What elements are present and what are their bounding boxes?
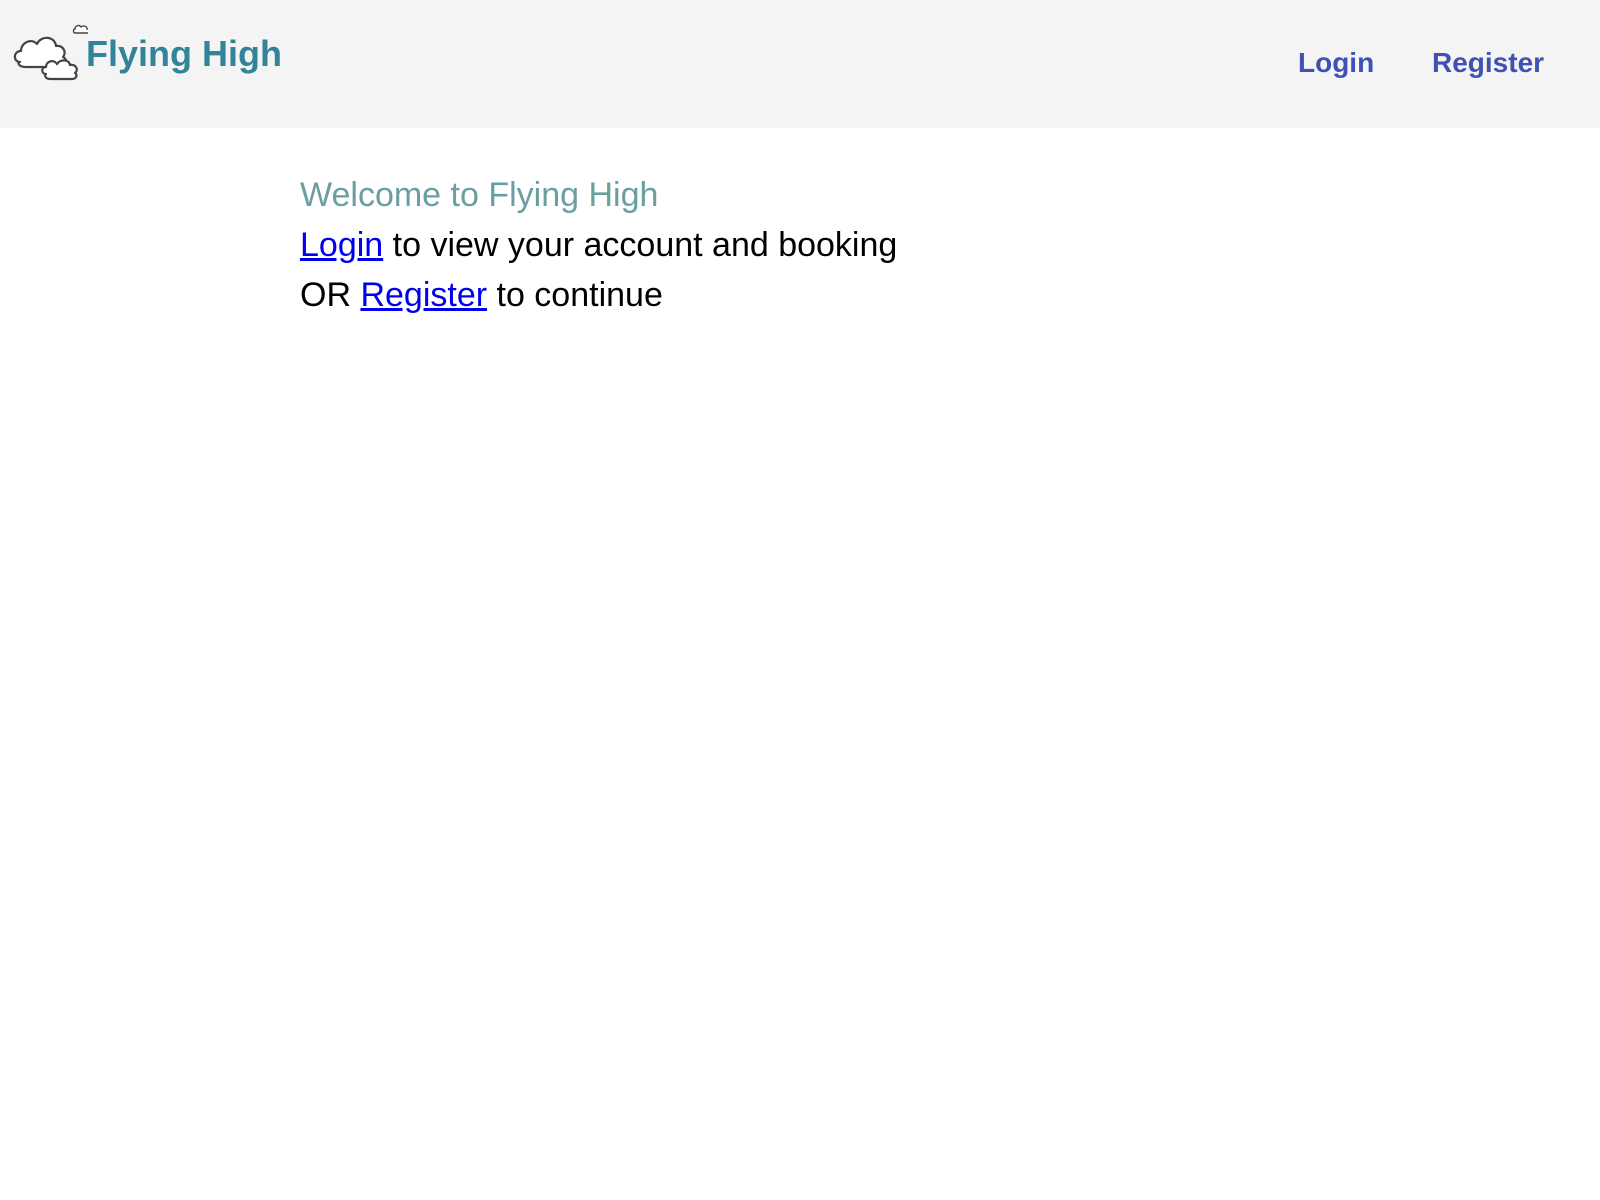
top-navbar: Flying High Login Register [0, 0, 1600, 128]
register-prompt-text: to continue [487, 276, 663, 314]
login-prompt-text: to view your account and booking [383, 226, 898, 264]
brand-logo-link[interactable]: Flying High [12, 22, 282, 82]
main-content: Welcome to Flying High Login to view you… [300, 170, 1200, 320]
register-link[interactable]: Register [360, 276, 487, 314]
login-prompt-line: Login to view your account and booking [300, 220, 1200, 270]
brand-name: Flying High [86, 33, 282, 74]
register-prompt-prefix: OR [300, 276, 361, 314]
welcome-heading: Welcome to Flying High [300, 176, 659, 214]
register-prompt-line: OR Register to continue [300, 270, 1200, 320]
nav-login-link[interactable]: Login [1298, 46, 1374, 80]
login-link[interactable]: Login [300, 226, 383, 264]
nav-register-link[interactable]: Register [1432, 46, 1544, 80]
clouds-logo-icon [13, 24, 88, 81]
